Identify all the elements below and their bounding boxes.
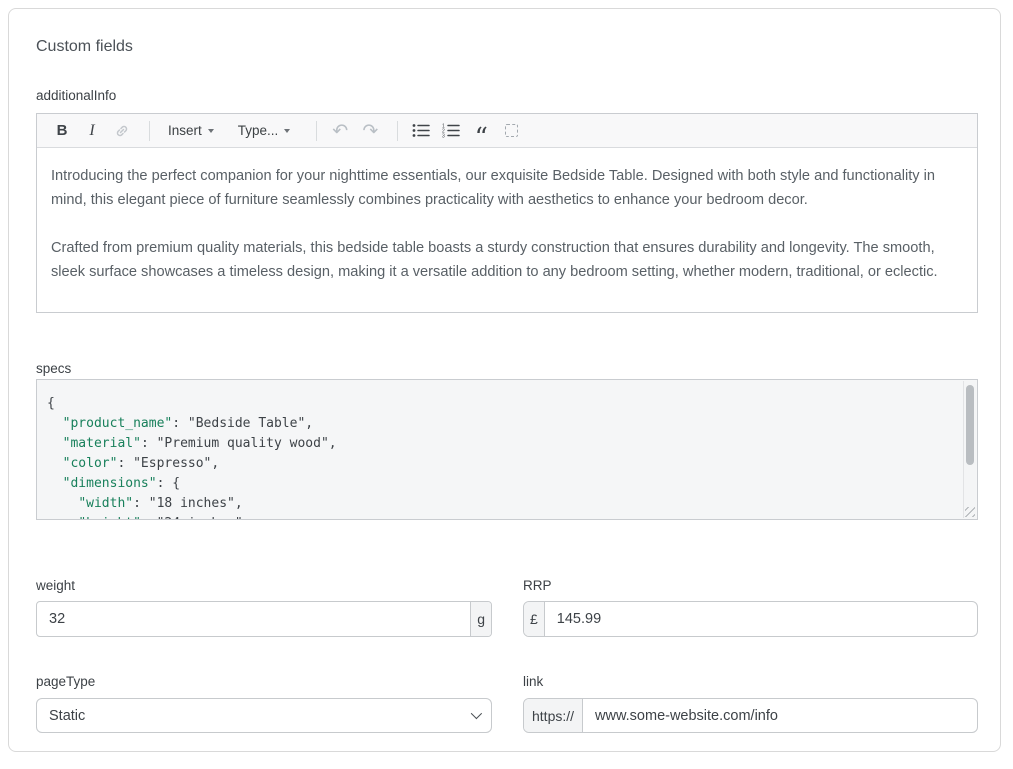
numbered-list-icon[interactable]: 1 2 3 [438, 118, 464, 144]
toolbar-divider [149, 121, 150, 141]
link-input[interactable] [583, 699, 977, 732]
italic-button[interactable]: I [79, 118, 105, 144]
bold-button[interactable]: B [49, 118, 75, 144]
link-label: link [523, 674, 543, 689]
rrp-label: RRP [523, 578, 552, 593]
resize-grip-icon[interactable] [965, 507, 975, 517]
scrollbar-track[interactable] [963, 381, 976, 518]
chevron-down-icon [208, 129, 214, 133]
undo-icon[interactable]: ↶ [327, 118, 353, 144]
toolbar-divider [316, 121, 317, 141]
blockquote-icon[interactable]: “ [468, 118, 494, 144]
weight-input[interactable] [37, 602, 470, 636]
rrp-input-group: £ [523, 601, 978, 637]
type-dropdown[interactable]: Type... [230, 118, 299, 144]
pagetype-select[interactable]: Static [36, 698, 492, 733]
custom-fields-card: Custom fields additionalInfo B I Insert … [8, 8, 1001, 752]
weight-unit-suffix: g [470, 602, 491, 636]
card-title: Custom fields [36, 38, 133, 56]
additionalinfo-label: additionalInfo [36, 88, 116, 103]
paragraph: Crafted from premium quality materials, … [51, 236, 962, 284]
redo-icon[interactable]: ↷ [357, 118, 383, 144]
rte-content[interactable]: Introducing the perfect companion for yo… [37, 148, 977, 284]
dashed-box-icon[interactable] [498, 118, 524, 144]
weight-input-group: g [36, 601, 492, 637]
scrollbar-thumb[interactable] [966, 385, 974, 465]
specs-code: { "product_name": "Bedside Table", "mate… [37, 380, 977, 520]
rte-toolbar: B I Insert Type... ↶ ↷ [37, 114, 977, 148]
link-input-group: https:// [523, 698, 978, 733]
svg-text:3: 3 [442, 134, 445, 139]
specs-code-editor[interactable]: { "product_name": "Bedside Table", "mate… [36, 379, 978, 520]
paragraph: Introducing the perfect companion for yo… [51, 164, 962, 212]
weight-label: weight [36, 578, 75, 593]
link-icon[interactable] [109, 118, 135, 144]
chevron-down-icon [284, 129, 290, 133]
specs-label: specs [36, 361, 71, 376]
insert-dropdown[interactable]: Insert [160, 118, 222, 144]
pagetype-label: pageType [36, 674, 95, 689]
pagetype-select-wrap: Static [36, 698, 492, 733]
protocol-prefix: https:// [524, 699, 583, 732]
rich-text-editor: B I Insert Type... ↶ ↷ [36, 113, 978, 313]
rrp-input[interactable] [545, 602, 977, 636]
bullet-list-icon[interactable] [408, 118, 434, 144]
toolbar-divider [397, 121, 398, 141]
currency-prefix: £ [524, 602, 545, 636]
